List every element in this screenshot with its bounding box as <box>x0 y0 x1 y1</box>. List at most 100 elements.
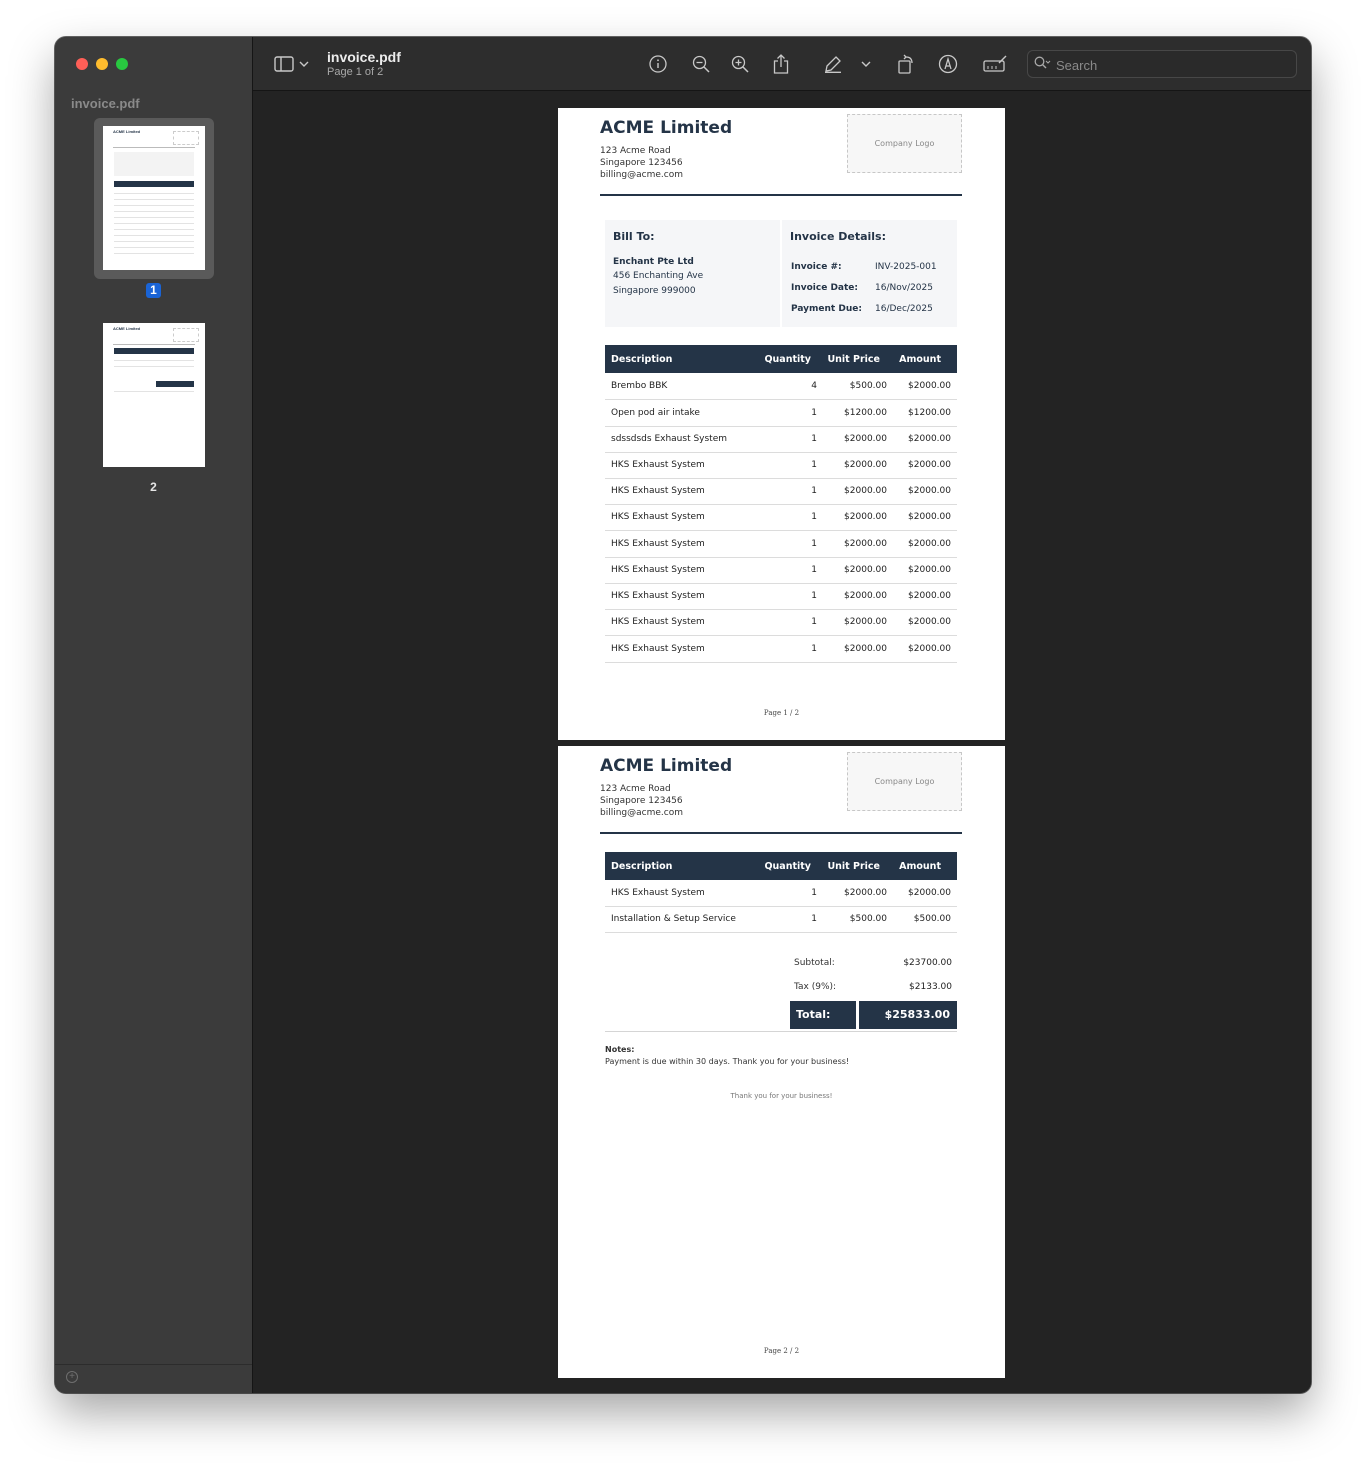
item-amount: $2000.00 <box>908 460 951 470</box>
thumb-row <box>114 229 194 230</box>
highlight-pen-icon[interactable] <box>822 53 844 75</box>
minimize-window-button[interactable] <box>96 58 108 70</box>
thumb-row <box>114 223 194 224</box>
page-thumbnail-1[interactable]: ACME Limited <box>103 126 205 270</box>
rotate-icon[interactable] <box>895 53 917 75</box>
item-description: HKS Exhaust System <box>611 591 705 601</box>
page-indicator: Page 1 of 2 <box>327 66 384 78</box>
item-quantity: 1 <box>811 539 817 549</box>
thumb-row <box>114 241 194 242</box>
redact-icon[interactable] <box>982 53 1008 75</box>
search-field[interactable] <box>1027 50 1297 78</box>
header-rule <box>600 194 962 196</box>
item-description: HKS Exhaust System <box>611 888 705 898</box>
table-row: HKS Exhaust System 1 $2000.00 $2000.00 <box>605 478 957 505</box>
table-row: Open pod air intake 1 $1200.00 $1200.00 <box>605 400 957 427</box>
item-amount: $2000.00 <box>908 512 951 522</box>
company-email: billing@acme.com <box>600 808 683 818</box>
thumb-table-header <box>114 348 194 354</box>
col-unit-price: Unit Price <box>827 354 880 365</box>
company-email: billing@acme.com <box>600 170 683 180</box>
markup-icon[interactable] <box>937 53 959 75</box>
close-window-button[interactable] <box>76 58 88 70</box>
info-icon[interactable] <box>647 53 669 75</box>
item-amount: $2000.00 <box>908 644 951 654</box>
thumbnail-sidebar: invoice.pdf ACME Limited 1 ACME Limited <box>55 37 253 1393</box>
bill-to-name: Enchant Pte Ltd <box>613 257 694 267</box>
notes-heading: Notes: <box>605 1045 635 1054</box>
billing-info-box: Bill To: Enchant Pte Ltd 456 Enchanting … <box>605 220 957 327</box>
item-amount: $2000.00 <box>908 434 951 444</box>
zoom-out-icon[interactable] <box>690 53 712 75</box>
chevron-down-icon[interactable] <box>297 53 311 75</box>
document-view[interactable]: ACME Limited 123 Acme Road Singapore 123… <box>253 91 1311 1393</box>
item-unit-price: $2000.00 <box>844 434 887 444</box>
items-table-header: Description Quantity Unit Price Amount <box>605 852 957 880</box>
table-row: HKS Exhaust System 1 $2000.00 $2000.00 <box>605 531 957 558</box>
sidebar-toggle-icon[interactable] <box>273 53 295 75</box>
payment-due: 16/Dec/2025 <box>875 304 933 314</box>
invoice-number: INV-2025-001 <box>875 262 937 272</box>
chevron-down-icon[interactable] <box>859 53 873 75</box>
item-unit-price: $500.00 <box>849 381 887 391</box>
preview-window: invoice.pdf ACME Limited 1 ACME Limited <box>55 37 1311 1393</box>
table-row: HKS Exhaust System 1 $2000.00 $2000.00 <box>605 452 957 479</box>
thumb-row <box>114 366 194 367</box>
search-input[interactable] <box>1054 55 1288 75</box>
thumb-rule <box>113 147 195 148</box>
invoice-details-heading: Invoice Details: <box>790 230 886 243</box>
item-description: HKS Exhaust System <box>611 565 705 575</box>
thumb-row <box>114 235 194 236</box>
item-quantity: 1 <box>811 591 817 601</box>
col-description: Description <box>611 354 673 365</box>
company-name: ACME Limited <box>600 118 733 138</box>
table-row: HKS Exhaust System 1 $2000.00 $2000.00 <box>605 880 957 907</box>
thumb-table-header <box>114 181 194 187</box>
item-amount: $2000.00 <box>908 888 951 898</box>
thumb-row <box>114 360 194 361</box>
item-description: sdssdsds Exhaust System <box>611 434 728 444</box>
thumb-row <box>114 211 194 212</box>
item-amount: $2000.00 <box>908 486 951 496</box>
item-unit-price: $2000.00 <box>844 460 887 470</box>
invoice-date-label: Invoice Date: <box>791 283 859 293</box>
table-row: HKS Exhaust System 1 $2000.00 $2000.00 <box>605 557 957 584</box>
thumbnail-label-1: 1 <box>146 283 161 298</box>
item-description: HKS Exhaust System <box>611 617 705 627</box>
page-thumbnail-2[interactable]: ACME Limited <box>103 323 205 467</box>
item-unit-price: $2000.00 <box>844 591 887 601</box>
thank-you-text: Thank you for your business! <box>730 1092 833 1100</box>
add-page-icon[interactable]: + <box>66 1371 78 1383</box>
payment-due-label: Payment Due: <box>791 304 862 314</box>
share-icon[interactable] <box>770 53 792 75</box>
thumbnail-label-2: 2 <box>150 480 157 494</box>
thumb-company-name: ACME Limited <box>113 129 141 134</box>
thumb-row <box>114 193 194 194</box>
maximize-window-button[interactable] <box>116 58 128 70</box>
total-value: $25833.00 <box>859 1001 957 1029</box>
item-quantity: 1 <box>811 565 817 575</box>
search-icon <box>1034 56 1052 75</box>
item-amount: $1200.00 <box>908 408 951 418</box>
item-description: Brembo BBK <box>611 381 668 391</box>
sidebar-footer: + <box>55 1364 252 1393</box>
item-description: HKS Exhaust System <box>611 486 705 496</box>
item-description: HKS Exhaust System <box>611 512 705 522</box>
table-row: HKS Exhaust System 1 $2000.00 $2000.00 <box>605 609 957 636</box>
col-quantity: Quantity <box>764 861 811 872</box>
thumb-row <box>114 247 194 248</box>
item-quantity: 1 <box>811 644 817 654</box>
invoice-date: 16/Nov/2025 <box>875 283 933 293</box>
notes-text: Payment is due within 30 days. Thank you… <box>605 1057 850 1066</box>
header-rule <box>600 832 962 834</box>
item-unit-price: $2000.00 <box>844 539 887 549</box>
item-description: Installation & Setup Service <box>611 914 736 924</box>
company-address-line1: 123 Acme Road <box>600 146 671 156</box>
item-amount: $2000.00 <box>908 539 951 549</box>
zoom-in-icon[interactable] <box>729 53 751 75</box>
item-unit-price: $2000.00 <box>844 565 887 575</box>
page-footer: Page 1 / 2 <box>763 709 800 717</box>
item-quantity: 1 <box>811 617 817 627</box>
table-row: Installation & Setup Service 1 $500.00 $… <box>605 906 957 933</box>
item-quantity: 1 <box>811 914 817 924</box>
